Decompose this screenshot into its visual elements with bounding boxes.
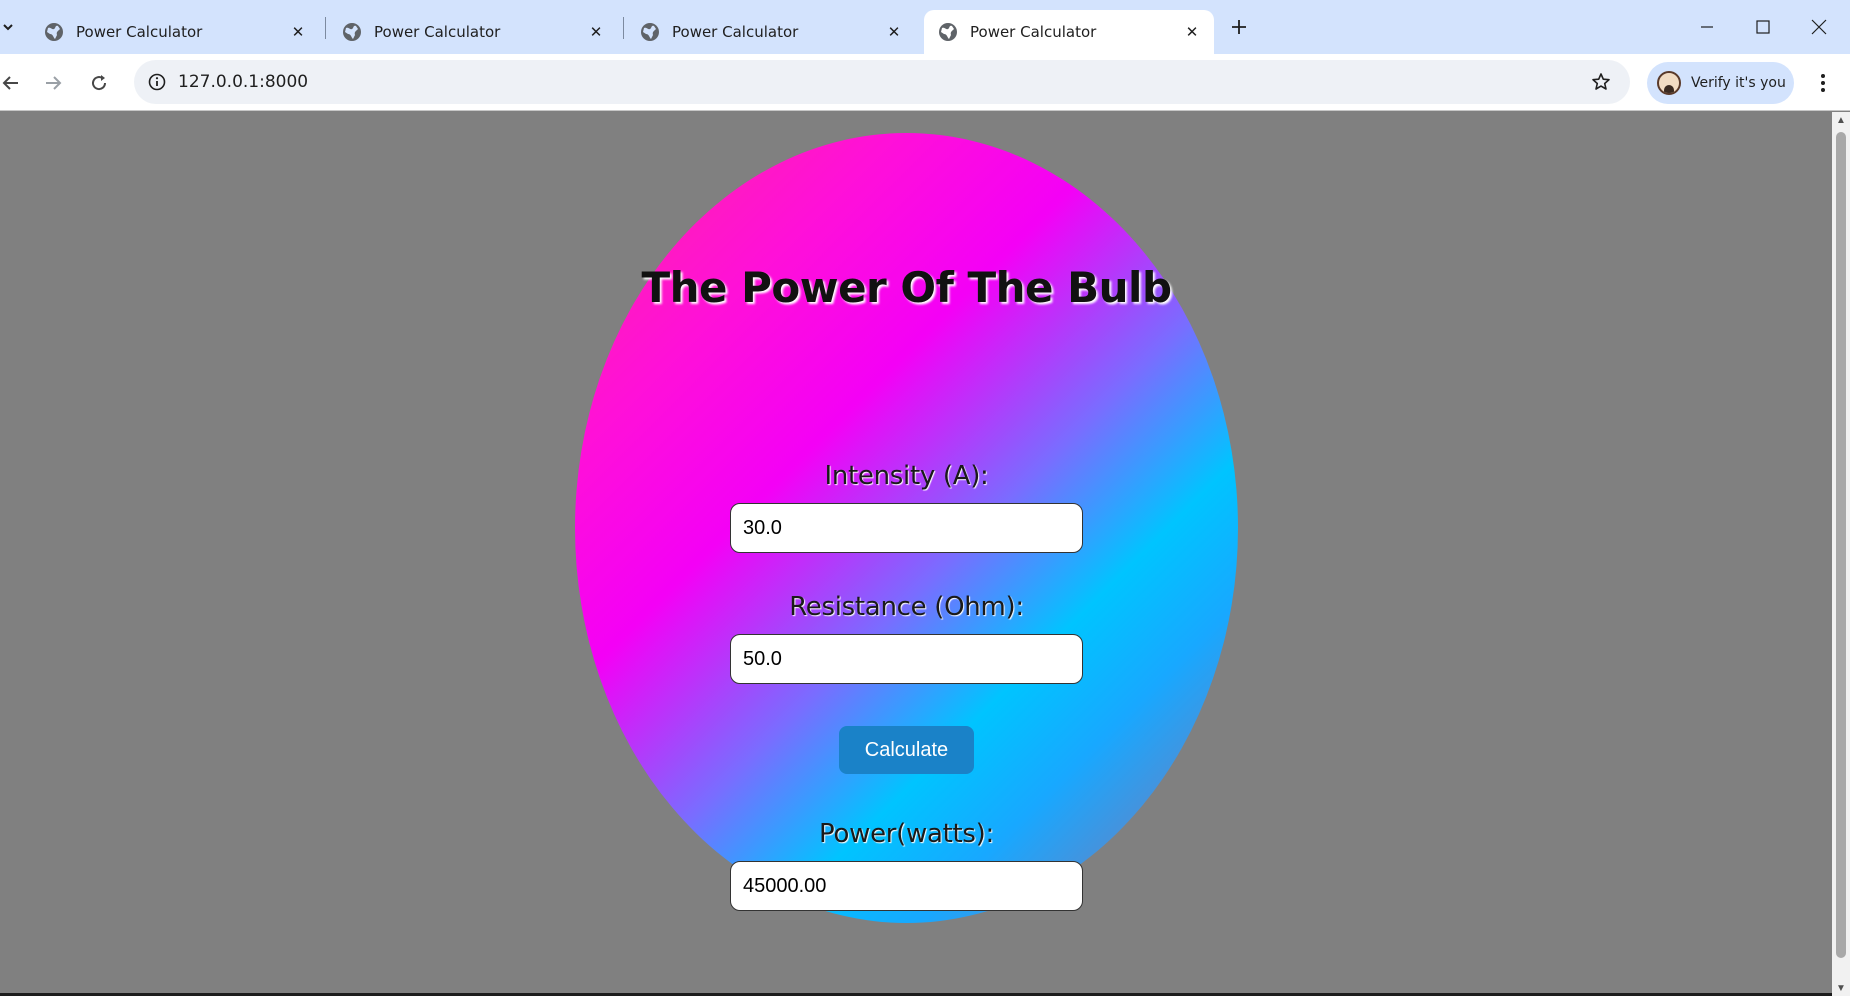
power-output[interactable] — [730, 861, 1083, 911]
tab-title: Power Calculator — [76, 23, 203, 41]
kebab-menu-icon[interactable] — [1808, 66, 1838, 100]
address-bar[interactable]: 127.0.0.1:8000 — [134, 60, 1630, 104]
tab-3[interactable]: Power Calculator ✕ — [626, 10, 916, 54]
maximize-icon[interactable] — [1738, 8, 1788, 46]
close-icon[interactable]: ✕ — [286, 20, 310, 44]
back-arrow-icon[interactable] — [0, 68, 26, 98]
tab-1[interactable]: Power Calculator ✕ — [30, 10, 320, 54]
globe-icon — [641, 23, 659, 41]
globe-icon — [343, 23, 361, 41]
intensity-label: Intensity (A): — [824, 461, 989, 491]
url-text[interactable]: 127.0.0.1:8000 — [178, 72, 308, 92]
reload-icon[interactable] — [84, 68, 114, 98]
scroll-thumb[interactable] — [1836, 132, 1846, 958]
tab-strip: Power Calculator ✕ Power Calculator ✕ Po… — [0, 0, 1850, 54]
tab-title: Power Calculator — [672, 23, 799, 41]
new-tab-plus-icon[interactable] — [1224, 12, 1254, 42]
tab-title: Power Calculator — [374, 23, 501, 41]
vertical-scrollbar[interactable]: ▲ ▼ — [1832, 112, 1850, 996]
forward-arrow-icon[interactable] — [38, 68, 68, 98]
browser-toolbar: 127.0.0.1:8000 Verify it's you — [0, 54, 1850, 111]
close-icon[interactable]: ✕ — [1180, 20, 1204, 44]
resistance-input[interactable] — [730, 634, 1083, 684]
minimize-icon[interactable] — [1682, 8, 1732, 46]
resistance-label: Resistance (Ohm): — [789, 592, 1024, 622]
verify-profile-button[interactable]: Verify it's you — [1647, 62, 1794, 104]
globe-icon — [939, 23, 957, 41]
intensity-input[interactable] — [730, 503, 1083, 553]
bookmark-star-icon[interactable] — [1588, 69, 1614, 95]
page-title: The Power Of The Bulb — [641, 263, 1172, 312]
globe-icon — [45, 23, 63, 41]
scroll-down-icon[interactable]: ▼ — [1835, 982, 1847, 994]
avatar-icon — [1657, 71, 1681, 95]
page-viewport: The Power Of The Bulb Intensity (A): Res… — [0, 112, 1832, 996]
verify-label: Verify it's you — [1691, 75, 1786, 91]
tab-separator — [623, 17, 624, 39]
tab-4-active[interactable]: Power Calculator ✕ — [924, 10, 1214, 54]
tab-list-chevron-icon[interactable] — [0, 12, 16, 42]
tab-2[interactable]: Power Calculator ✕ — [328, 10, 618, 54]
tab-title: Power Calculator — [970, 23, 1097, 41]
close-window-icon[interactable] — [1794, 8, 1844, 46]
close-icon[interactable]: ✕ — [882, 20, 906, 44]
tab-separator — [325, 17, 326, 39]
close-icon[interactable]: ✕ — [584, 20, 608, 44]
calculate-button[interactable]: Calculate — [839, 726, 974, 774]
power-label: Power(watts): — [819, 819, 994, 849]
scroll-up-icon[interactable]: ▲ — [1835, 114, 1847, 126]
site-info-icon[interactable] — [144, 69, 170, 95]
browser-window: Power Calculator ✕ Power Calculator ✕ Po… — [0, 0, 1850, 996]
